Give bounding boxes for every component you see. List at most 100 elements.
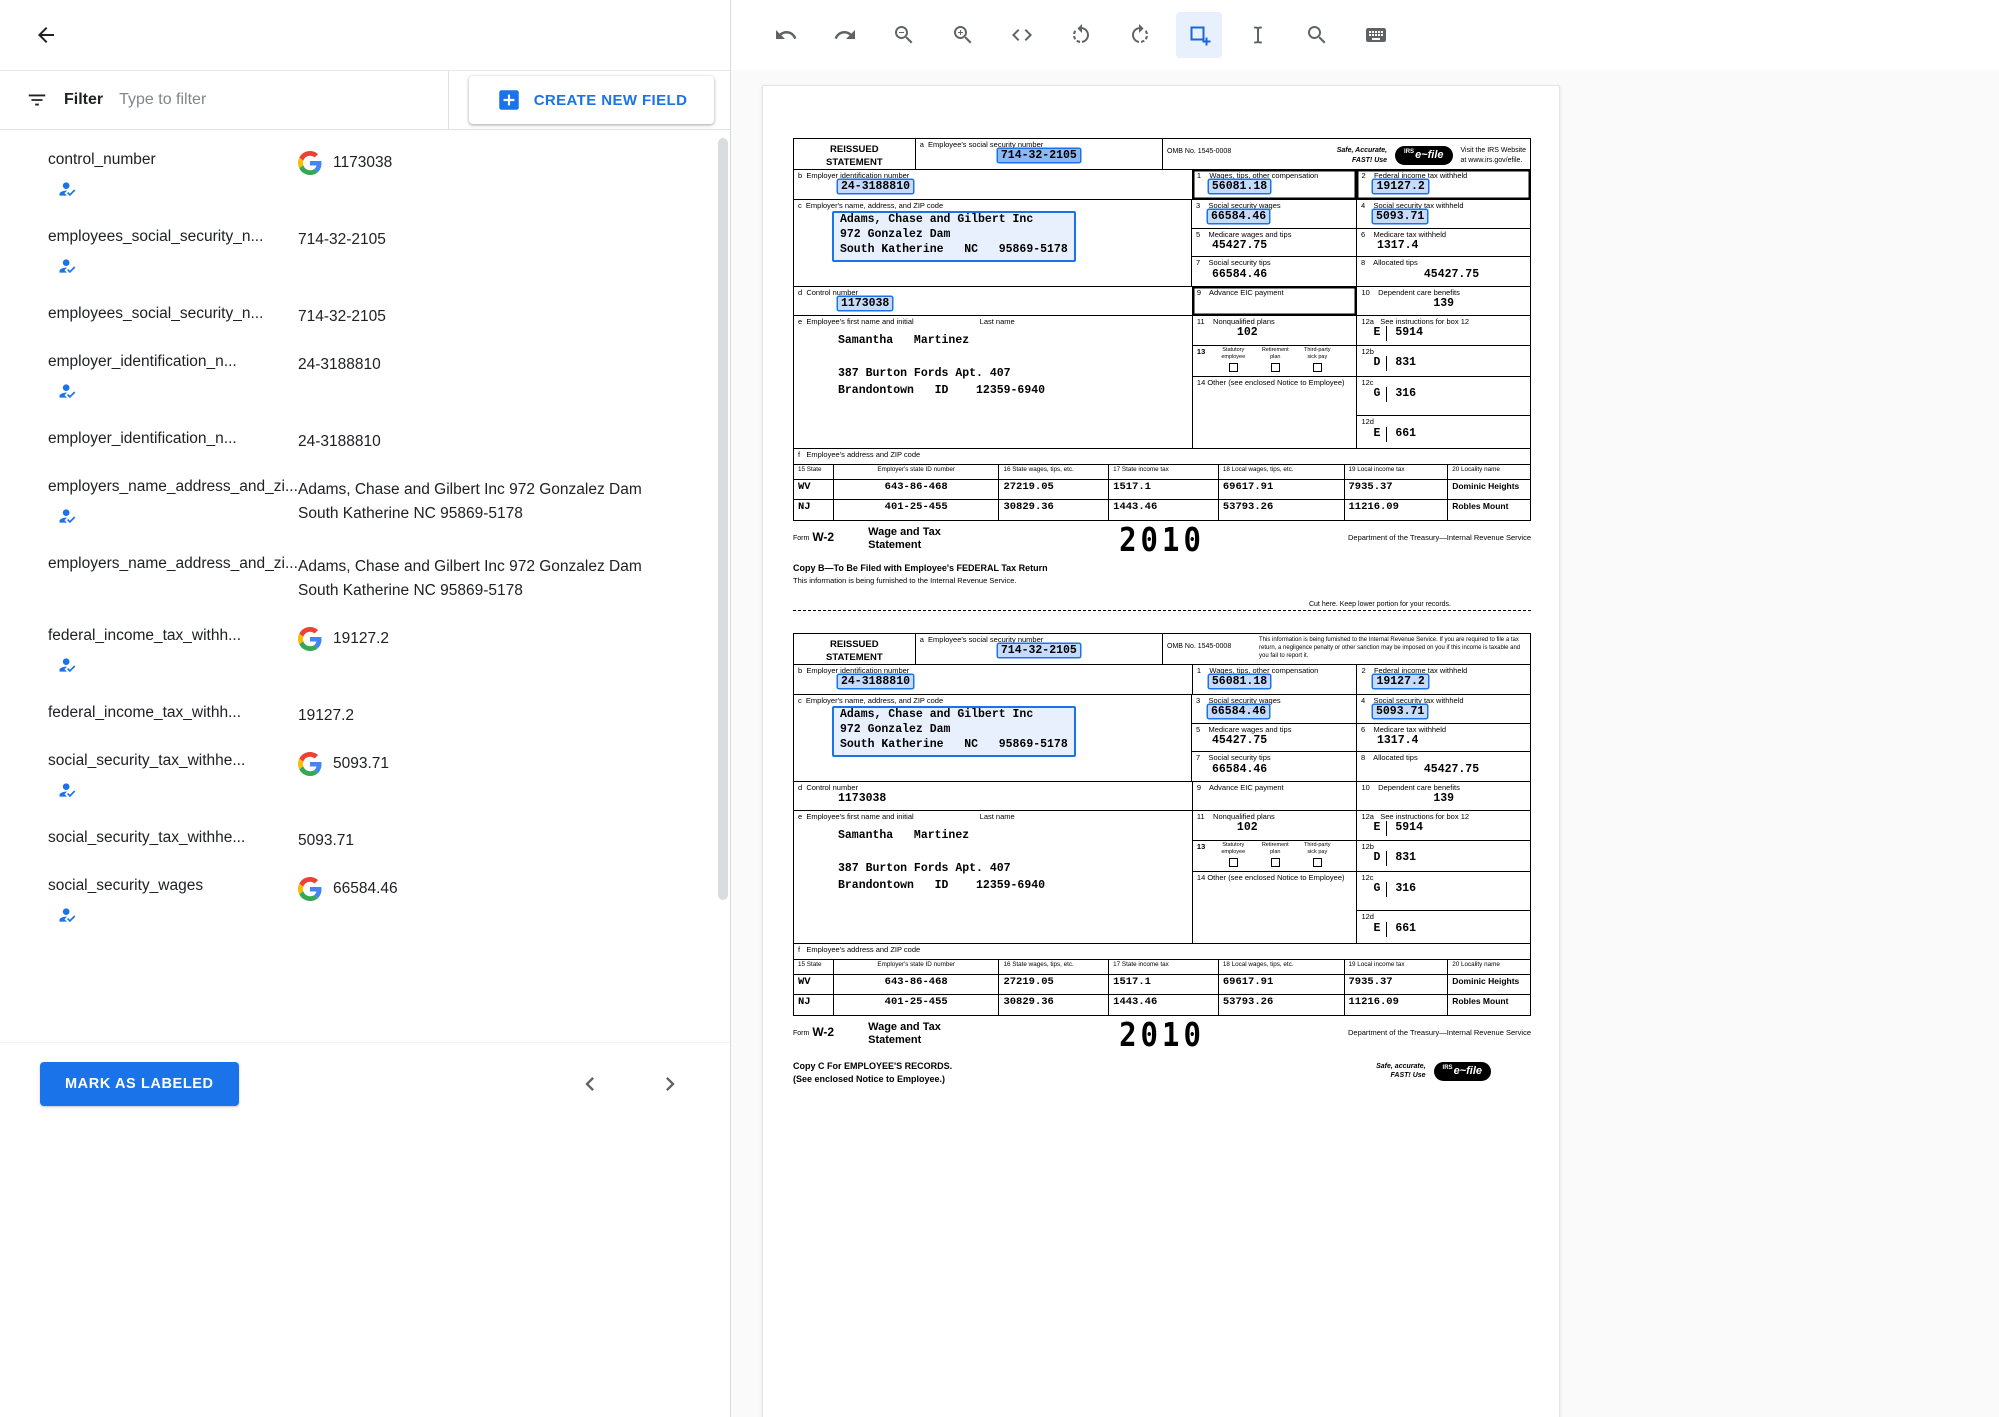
field-row[interactable]: employers_name_address_and_zi... Adams, … [0, 463, 730, 540]
w2-box-1: 1 Wages, tips, other compensation56081.1… [1193, 170, 1358, 199]
field-row[interactable]: social_security_wages 66584.46 [0, 862, 730, 939]
filter-list-icon [26, 89, 48, 111]
field-name: social_security_tax_withhe... [48, 752, 298, 770]
field-name: federal_income_tax_withh... [48, 627, 298, 645]
field-list: control_number 1173038 employees_social_… [0, 130, 730, 1042]
entity-control[interactable]: 1173038 [838, 297, 892, 310]
field-row[interactable]: employers_name_address_and_zi... Adams, … [0, 540, 730, 612]
field-name: employers_name_address_and_zi... [48, 478, 298, 496]
mark-as-labeled-button[interactable]: MARK AS LABELED [40, 1062, 239, 1106]
toolbar-rotate-left-button[interactable] [1058, 12, 1104, 58]
app-root: Filter CREATE NEW FIELD control_number 1… [0, 0, 1999, 1417]
field-value-text: 5093.71 [298, 829, 354, 853]
entity-employer_address[interactable]: Adams, Chase and Gilbert Inc972 Gonzalez… [832, 706, 1076, 757]
w2-state-header-cell: 19 Local income tax [1345, 960, 1449, 974]
toolbar-text-select-button[interactable] [1235, 12, 1281, 58]
entity-box_3[interactable]: 66584.46 [1208, 705, 1269, 718]
toolbar-crop-new-region-button[interactable] [1176, 12, 1222, 58]
list-scrollbar[interactable] [718, 138, 728, 900]
entity-box_3[interactable]: 66584.46 [1208, 210, 1269, 223]
field-value-text: 66584.46 [333, 877, 398, 901]
field-row[interactable]: employer_identification_n... 24-3188810 [0, 415, 730, 463]
viewer-toolbar [731, 0, 1999, 70]
previous-document-button[interactable] [570, 1064, 610, 1104]
w2-state-header-cell: 16 State wages, tips, etc. [999, 465, 1109, 479]
rotate-left-icon [1069, 23, 1093, 47]
w2-box-12b: 12b D831 [1357, 841, 1530, 872]
document-area[interactable]: REISSUEDSTATEMENT a Employee's social se… [731, 70, 1999, 1417]
w2-box-8: 8 Allocated tips45427.75 [1357, 752, 1530, 781]
cut-here-text: Cut here. Keep lower portion for your re… [793, 601, 1531, 608]
w2-state-header-cell: 17 State income tax [1109, 465, 1219, 479]
field-left: social_security_wages [48, 877, 298, 930]
verified-by-user-indicator [57, 179, 298, 204]
toolbar-keyboard-button[interactable] [1353, 12, 1399, 58]
toolbar-rotate-right-button[interactable] [1117, 12, 1163, 58]
entity-ein[interactable]: 24-3188810 [838, 675, 913, 688]
field-name: employees_social_security_n... [48, 305, 298, 323]
field-row[interactable]: federal_income_tax_withh... 19127.2 [0, 612, 730, 689]
field-row[interactable]: federal_income_tax_withh... 19127.2 [0, 689, 730, 737]
entity-box_2[interactable]: 19127.2 [1373, 675, 1427, 688]
w2-footer: FormW-2 Wage and TaxStatement 2010 Depar… [793, 1021, 1531, 1084]
field-row[interactable]: employees_social_security_n... 714-32-21… [0, 213, 730, 290]
entity-ssn[interactable]: 714-32-2105 [998, 149, 1080, 162]
create-new-field-button[interactable]: CREATE NEW FIELD [469, 76, 714, 124]
field-row[interactable]: social_security_tax_withhe... 5093.71 [0, 814, 730, 862]
next-document-button[interactable] [650, 1064, 690, 1104]
toolbar-redo-button[interactable] [822, 12, 868, 58]
w2-box-e: e Employee's first name and initialLast … [794, 811, 1193, 943]
verified-by-user-indicator [57, 780, 298, 805]
w2-checkbox [1313, 858, 1322, 867]
w2-box-d: d Control number1173038 [794, 782, 1193, 810]
verified-by-user-indicator [57, 381, 298, 406]
w2-box-12c: 12c G316 [1357, 377, 1530, 417]
entity-ein[interactable]: 24-3188810 [838, 180, 913, 193]
entity-box_1[interactable]: 56081.18 [1209, 180, 1270, 193]
field-row[interactable]: employer_identification_n... 24-3188810 [0, 338, 730, 415]
w2-box-12c: 12c G316 [1357, 872, 1530, 912]
entity-ssn[interactable]: 714-32-2105 [998, 644, 1080, 657]
entity-box_1[interactable]: 56081.18 [1209, 675, 1270, 688]
field-left: social_security_tax_withhe... [48, 752, 298, 805]
entity-box_4[interactable]: 5093.71 [1373, 210, 1427, 223]
how-to-reg-icon [57, 506, 77, 526]
entity-employer_address[interactable]: Adams, Chase and Gilbert Inc972 Gonzalez… [832, 211, 1076, 262]
create-new-field-wrap: CREATE NEW FIELD [449, 71, 730, 129]
toolbar-code-button[interactable] [999, 12, 1045, 58]
rotate-right-icon [1128, 23, 1152, 47]
w2-box-13: 13 Statutory employeeRetirement planThir… [1193, 841, 1358, 872]
w2-copy-note: Copy B—To Be Filed with Employee's FEDER… [793, 563, 1531, 573]
field-name: employer_identification_n... [48, 430, 298, 448]
toolbar-undo-button[interactable] [763, 12, 809, 58]
field-row[interactable]: employees_social_security_n... 714-32-21… [0, 290, 730, 338]
field-row[interactable]: control_number 1173038 [0, 136, 730, 213]
tax-year: 2010 [1119, 521, 1205, 559]
w2-box-14: 14 Other (see enclosed Notice to Employe… [1193, 872, 1358, 943]
how-to-reg-icon [57, 655, 77, 675]
entity-box_4[interactable]: 5093.71 [1373, 705, 1427, 718]
toolbar-zoom-in-button[interactable] [940, 12, 986, 58]
field-left: employer_identification_n... [48, 353, 298, 406]
field-left: employers_name_address_and_zi... [48, 555, 298, 573]
w2-box-6: 6 Medicare tax withheld1317.4 [1357, 229, 1530, 257]
search-icon [1305, 23, 1329, 47]
filter-field[interactable]: Filter [0, 71, 449, 129]
back-button[interactable] [26, 15, 66, 55]
filter-label: Filter [64, 91, 103, 109]
form-title: Wage and TaxStatement [868, 526, 941, 552]
w2-box-c: c Employer's name, address, and ZIP code… [794, 695, 1192, 781]
toolbar-search-button[interactable] [1294, 12, 1340, 58]
field-row[interactable]: social_security_tax_withhe... 5093.71 [0, 737, 730, 814]
toolbar-zoom-out-button[interactable] [881, 12, 927, 58]
how-to-reg-icon [57, 179, 77, 199]
w2-state-header-cell: Employer's state ID number [834, 465, 1000, 479]
w2-box-11: 11 Nonqualified plans102 [1193, 316, 1358, 346]
w2-omb-area: OMB No. 1545-0008This information is bei… [1163, 634, 1530, 664]
filter-input[interactable] [119, 91, 448, 109]
filter-icon-wrap [26, 89, 48, 111]
entity-box_2[interactable]: 19127.2 [1373, 180, 1427, 193]
filter-bar: Filter CREATE NEW FIELD [0, 70, 730, 130]
w2-box-a: a Employee's social security number714-3… [916, 634, 1163, 664]
w2-footer: FormW-2 Wage and TaxStatement 2010 Depar… [793, 526, 1531, 585]
